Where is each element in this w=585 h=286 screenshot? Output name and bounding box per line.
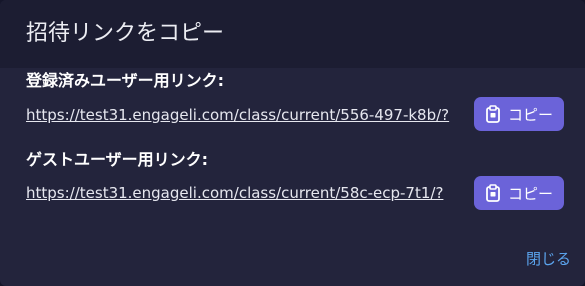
copy-registered-link-button[interactable]: コピー <box>474 97 564 131</box>
copy-guest-link-button[interactable]: コピー <box>474 176 564 210</box>
invite-link-dialog: 招待リンクをコピー 登録済みユーザー用リンク: https://test31.e… <box>0 0 585 286</box>
guest-user-link-label: ゲストユーザー用リンク: <box>26 150 209 169</box>
copy-button-label: コピー <box>507 184 553 203</box>
registered-user-link-url[interactable]: https://test31.engageli.com/class/curren… <box>26 104 449 126</box>
dialog-header: 招待リンクをコピー <box>0 0 585 68</box>
clipboard-icon <box>485 105 501 123</box>
dialog-title: 招待リンクをコピー <box>26 21 225 46</box>
guest-user-link-url[interactable]: https://test31.engageli.com/class/curren… <box>26 182 443 204</box>
copy-button-label: コピー <box>507 105 553 124</box>
registered-user-link-label: 登録済みユーザー用リンク: <box>26 71 225 90</box>
close-button[interactable]: 閉じる <box>526 248 571 270</box>
clipboard-icon <box>485 184 501 202</box>
